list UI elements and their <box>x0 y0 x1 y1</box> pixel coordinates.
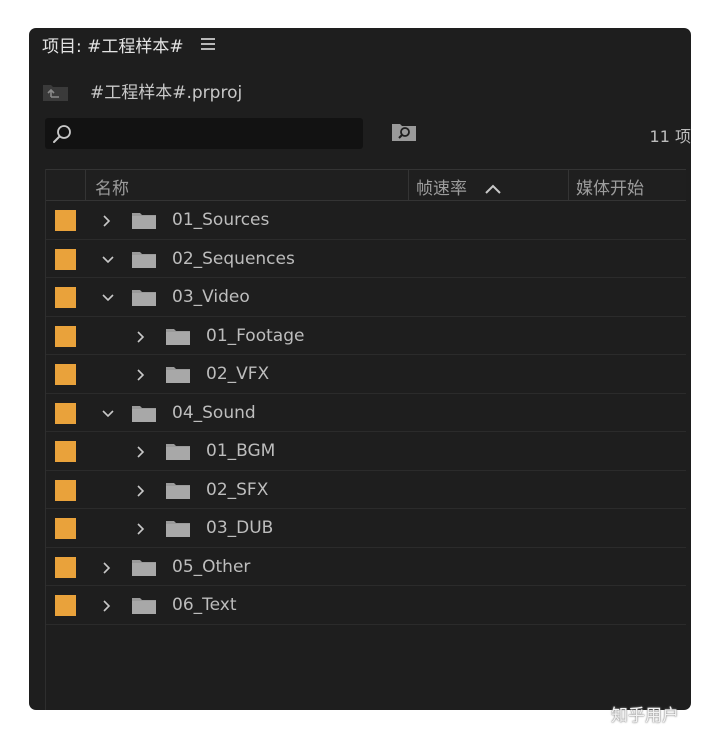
folder-icon <box>132 405 156 422</box>
search-field[interactable] <box>45 118 363 149</box>
list-item[interactable]: 02_SFX <box>46 471 686 509</box>
panel-title[interactable]: 项目: #工程样本# <box>42 32 184 57</box>
project-panel: 项目: #工程样本# #工程样本#.prproj 11 项 名称 帧速率 媒体开… <box>29 28 691 710</box>
label-color-swatch[interactable] <box>55 402 76 424</box>
item-name: 04_Sound <box>172 402 256 423</box>
list-item[interactable]: 01_BGM <box>46 432 686 471</box>
folder-icon <box>166 328 190 345</box>
chevron-right-icon[interactable] <box>101 560 113 574</box>
list-item[interactable]: 02_VFX <box>46 355 686 394</box>
list-item[interactable]: 02_Sequences <box>46 240 686 278</box>
chevron-right-icon[interactable] <box>101 598 113 612</box>
item-name: 01_Sources <box>172 210 270 230</box>
folder-icon <box>132 212 156 229</box>
folder-icon <box>132 559 156 576</box>
list-item[interactable]: 01_Sources <box>46 201 686 240</box>
item-name: 02_VFX <box>206 364 270 384</box>
project-table: 名称 帧速率 媒体开始 01_Sources 02_Sequences 03_Vid… <box>45 169 686 710</box>
column-name-header[interactable]: 名称 <box>95 174 129 199</box>
chevron-right-icon[interactable] <box>135 367 147 381</box>
item-name: 02_Sequences <box>172 248 295 269</box>
list-item[interactable]: 03_DUB <box>46 509 686 548</box>
item-count: 11 项 <box>649 127 691 146</box>
folder-icon <box>166 520 190 537</box>
label-color-swatch[interactable] <box>55 595 76 616</box>
folder-icon <box>166 366 190 383</box>
list-item[interactable]: 05_Other <box>46 548 686 586</box>
chevron-right-icon[interactable] <box>135 444 147 458</box>
list-item[interactable]: 03_Video <box>46 278 686 317</box>
chevron-right-icon[interactable] <box>135 521 147 535</box>
column-header-row: 名称 帧速率 媒体开始 <box>46 169 686 201</box>
chevron-down-icon[interactable] <box>101 406 114 420</box>
item-name: 03_Video <box>172 287 250 307</box>
folder-icon <box>132 289 156 306</box>
label-color-swatch[interactable] <box>55 441 76 462</box>
chevron-right-icon[interactable] <box>101 213 113 227</box>
label-color-swatch[interactable] <box>55 518 76 539</box>
label-color-swatch[interactable] <box>55 364 76 385</box>
project-item-list: 01_Sources 02_Sequences 03_Video 01_Footage… <box>46 201 686 625</box>
label-color-swatch[interactable] <box>55 325 76 347</box>
label-color-swatch[interactable] <box>55 479 76 501</box>
label-color-swatch[interactable] <box>55 248 76 270</box>
search-input[interactable] <box>79 120 355 147</box>
item-name: 03_DUB <box>206 518 274 538</box>
new-search-bin-icon[interactable] <box>391 121 417 143</box>
folder-icon <box>132 251 156 268</box>
magnifier-icon <box>52 124 72 144</box>
item-name: 02_SFX <box>206 479 269 500</box>
sort-ascending-icon[interactable] <box>484 180 502 194</box>
column-media-start-header[interactable]: 媒体开始 <box>576 174 644 199</box>
item-name: 01_BGM <box>206 441 276 461</box>
column-frame-rate-header[interactable]: 帧速率 <box>416 174 467 199</box>
folder-icon <box>132 597 156 614</box>
project-path-row: #工程样本#.prproj <box>29 74 691 108</box>
chevron-down-icon[interactable] <box>101 252 114 266</box>
item-name: 05_Other <box>172 556 251 577</box>
label-color-swatch[interactable] <box>55 287 76 308</box>
label-color-swatch[interactable] <box>55 210 76 231</box>
list-item[interactable]: 06_Text <box>46 586 686 625</box>
item-name: 06_Text <box>172 595 237 615</box>
panel-header: 项目: #工程样本# <box>29 28 691 60</box>
chevron-right-icon[interactable] <box>135 329 147 343</box>
project-folder-up-icon[interactable] <box>42 82 69 102</box>
folder-icon <box>166 482 190 499</box>
folder-icon <box>166 443 190 460</box>
list-item[interactable]: 04_Sound <box>46 394 686 432</box>
chevron-right-icon[interactable] <box>135 483 147 497</box>
hamburger-menu-icon[interactable] <box>201 38 215 50</box>
watermark: 知乎用户 <box>611 706 679 726</box>
label-color-swatch[interactable] <box>55 556 76 578</box>
item-name: 01_Footage <box>206 325 305 346</box>
chevron-down-icon[interactable] <box>101 290 114 304</box>
list-item[interactable]: 01_Footage <box>46 317 686 355</box>
project-file-name: #工程样本#.prproj <box>90 83 243 103</box>
